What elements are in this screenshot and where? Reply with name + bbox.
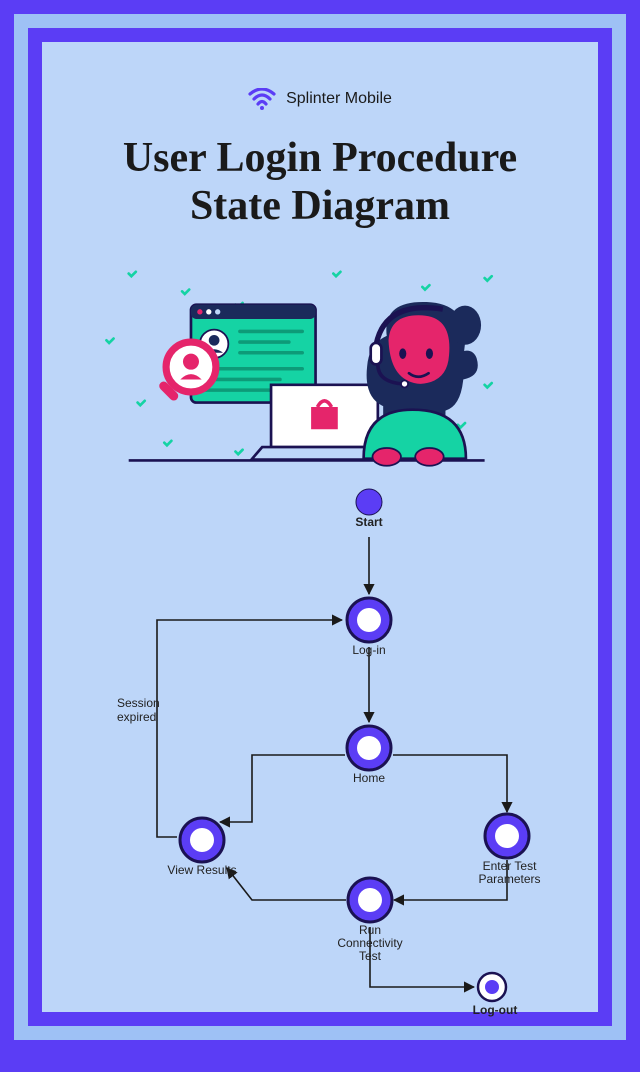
state-logout — [478, 973, 506, 1001]
edge-home-view — [220, 755, 345, 822]
hero-illustration — [102, 257, 538, 477]
state-login-label: Log-in — [334, 644, 404, 657]
title-line1: User Login Procedure — [42, 134, 598, 182]
state-enter-test-parameters-label: Enter TestParameters — [462, 860, 557, 886]
state-start — [356, 489, 382, 515]
state-logout-label: Log-out — [460, 1004, 530, 1017]
state-login — [347, 598, 391, 642]
title-line2: State Diagram — [42, 182, 598, 230]
state-view-results — [180, 818, 224, 862]
state-enter-test-parameters — [485, 814, 529, 858]
edge-label-session-expired: Sessionexpired — [117, 696, 160, 724]
state-home — [347, 726, 391, 770]
brand-name: Splinter Mobile — [286, 90, 392, 108]
state-diagram: Sessionexpired Start Log-in Home — [42, 482, 640, 1072]
state-home-label: Home — [339, 772, 399, 785]
state-start-label: Start — [339, 516, 399, 529]
state-run-connectivity-test-label: RunConnectivityTest — [325, 924, 415, 964]
edge-home-params — [393, 755, 507, 812]
edge-view-login — [157, 620, 342, 837]
wifi-icon — [248, 88, 276, 110]
state-run-connectivity-test — [348, 878, 392, 922]
state-view-results-label: View Results — [157, 864, 247, 877]
page-title: User Login Procedure State Diagram — [42, 134, 598, 231]
brand-row: Splinter Mobile — [42, 88, 598, 110]
